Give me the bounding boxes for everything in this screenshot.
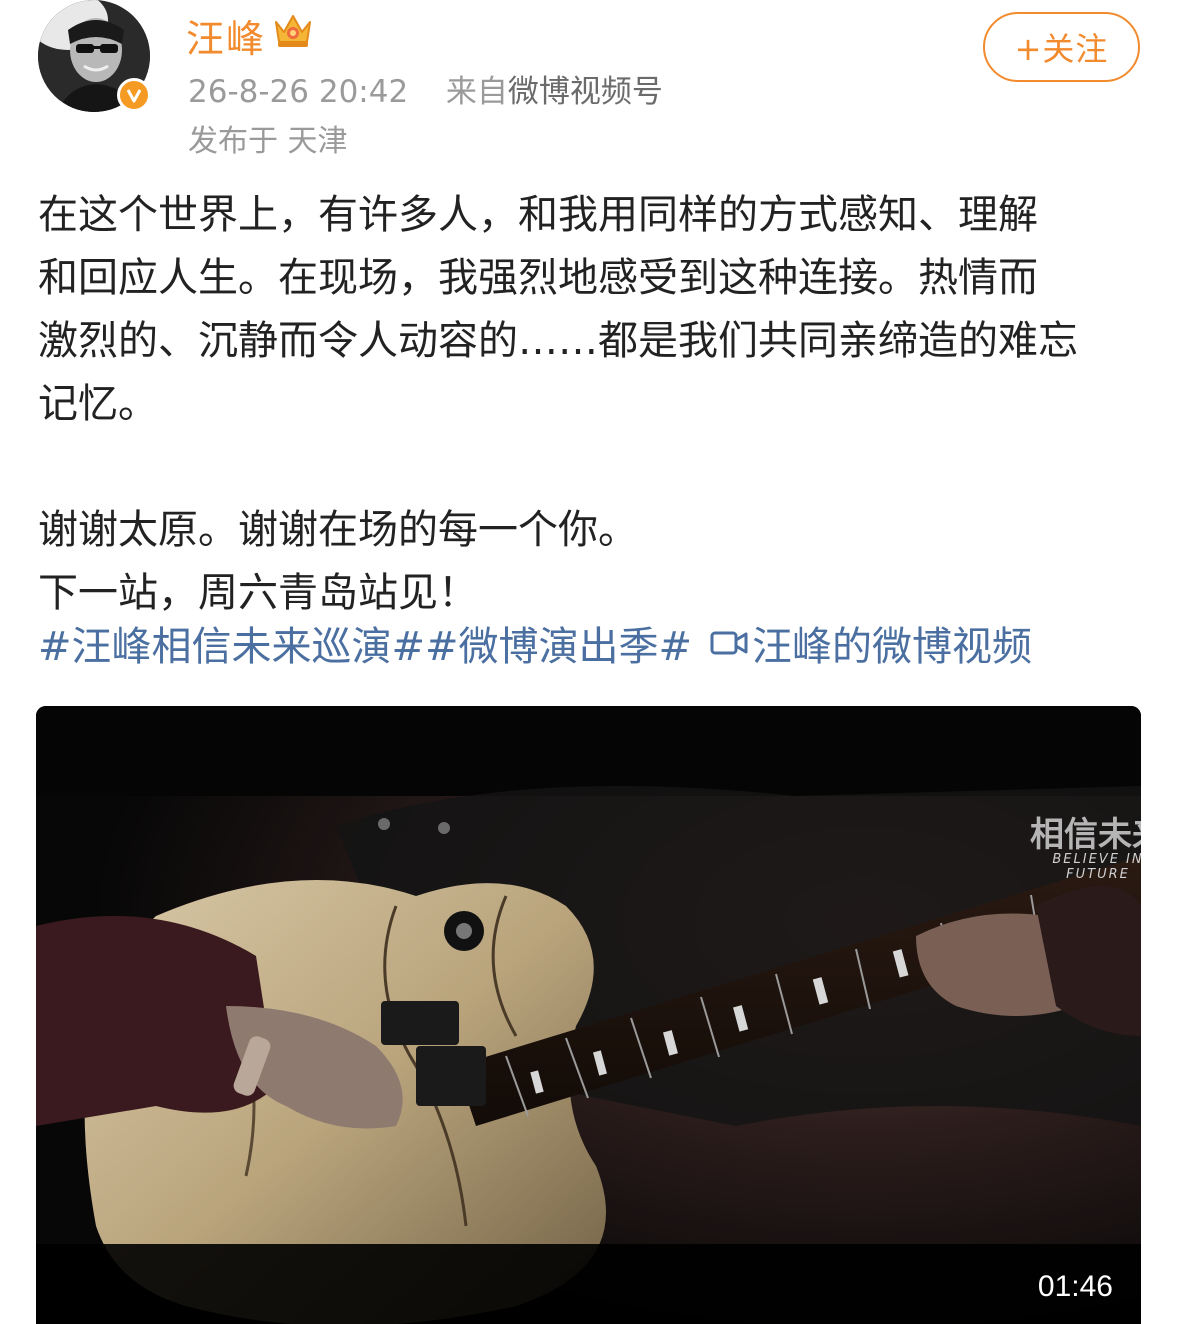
- post-line: 记忆。: [38, 381, 158, 427]
- source-prefix: 来自: [445, 74, 508, 110]
- video-watermark: 相信未来 BELIEVE IN FUTURE: [1018, 818, 1141, 918]
- post-line: 和回应人生。在现场，我强烈地感受到这种连接。热情而: [38, 255, 1038, 301]
- post-meta: 26-8-26 20:42 来自微博视频号: [188, 66, 663, 111]
- hashtag-link[interactable]: #微博演出季#: [425, 614, 692, 672]
- hashtag-link[interactable]: #汪峰相信未来巡演#: [38, 614, 425, 672]
- video-camera-icon: [710, 631, 748, 655]
- vip-crown-icon[interactable]: [272, 10, 314, 50]
- post-line: 在这个世界上，有许多人，和我用同样的方式感知、理解: [38, 192, 1038, 238]
- verified-badge-icon: [117, 78, 151, 112]
- weibo-post: 汪峰 26-8-26 20:42 来自微博视频号 发布于 天津 +关注 在这个世…: [0, 0, 1179, 1324]
- post-timestamp: 26-8-26 20:42: [188, 74, 409, 110]
- post-line: 谢谢太原。谢谢在场的每一个你。: [38, 507, 638, 553]
- username[interactable]: 汪峰: [186, 8, 266, 63]
- video-link[interactable]: 汪峰的微博视频: [752, 614, 1032, 672]
- video-thumbnail: [36, 706, 1141, 1324]
- video-player[interactable]: 相信未来 BELIEVE IN FUTURE 01:46: [36, 706, 1141, 1324]
- follow-button[interactable]: +关注: [983, 12, 1140, 82]
- post-line: 激烈的、沉静而令人动容的……都是我们共同亲缔造的难忘: [38, 318, 1078, 364]
- video-duration: 01:46: [1037, 1270, 1113, 1303]
- watermark-subtitle: BELIEVE IN FUTURE: [1052, 852, 1141, 882]
- watermark-title: 相信未来: [1030, 815, 1141, 855]
- post-text: 在这个世界上，有许多人，和我用同样的方式感知、理解 和回应人生。在现场，我强烈地…: [38, 184, 1138, 625]
- post-location: 发布于 天津: [188, 124, 348, 159]
- post-tags: #汪峰相信未来巡演# #微博演出季# 汪峰的微博视频: [38, 614, 1032, 672]
- post-source-link[interactable]: 微博视频号: [508, 74, 663, 110]
